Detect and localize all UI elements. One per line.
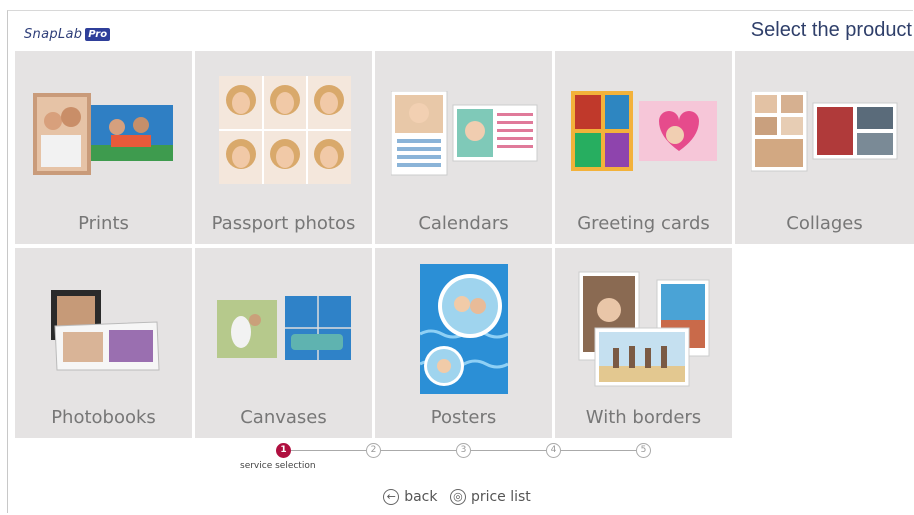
page-title: Select the product [750,19,912,41]
price-list-icon: ◎ [449,489,466,505]
step-5[interactable]: 5 [636,443,651,458]
passport-thumbnail [219,76,351,184]
product-label: Greeting cards [577,213,710,234]
product-label: Photobooks [51,407,156,428]
product-label: Canvases [240,407,327,428]
price-list-button[interactable]: ◎ price list [449,489,531,505]
step-2[interactable]: 2 [366,443,381,458]
product-tile-canvases[interactable]: Canvases [195,248,372,438]
arrow-left-icon: ← [383,489,400,505]
product-label: Passport photos [211,213,356,234]
step-connector [291,450,366,451]
price-list-label: price list [470,489,531,505]
product-tile-calendars[interactable]: Calendars [375,51,552,244]
logo-badge: Pro [85,27,111,41]
product-tile-with-borders[interactable]: With borders [555,248,732,438]
calendars-thumbnail [391,91,538,176]
logo: SnapLab Pro [24,26,111,42]
collages-thumbnail [751,91,898,172]
product-tile-greeting-cards[interactable]: Greeting cards [555,51,732,244]
step-3[interactable]: 3 [456,443,471,458]
product-label: Posters [430,407,497,428]
back-label: back [404,489,438,505]
posters-thumbnail [420,264,508,394]
product-tile-photobooks[interactable]: Photobooks [15,248,192,438]
step-connector [561,450,636,451]
photobooks-thumbnail [51,290,160,371]
progress-stepper: 1 2 3 4 5 service selection [0,440,914,480]
product-tile-posters[interactable]: Posters [375,248,552,438]
product-tile-collages[interactable]: Collages [735,51,914,244]
footer-nav: ← back ◎ price list [0,488,914,505]
step-1[interactable]: 1 [276,443,291,458]
back-button[interactable]: ← back [383,489,437,505]
product-label: Collages [786,213,863,234]
canvases-thumbnail [217,296,351,360]
logo-text: SnapLab [24,26,83,42]
greeting-cards-thumbnail [571,91,717,171]
product-label: With borders [585,407,702,428]
prints-thumbnail [33,93,173,175]
step-connector [471,450,546,451]
product-tile-prints[interactable]: Prints [15,51,192,244]
step-caption: service selection [240,461,316,471]
step-connector [381,450,456,451]
with-borders-thumbnail [578,271,710,387]
product-label: Prints [78,213,129,234]
product-label: Calendars [418,213,509,234]
step-4[interactable]: 4 [546,443,561,458]
product-tile-passport[interactable]: Passport photos [195,51,372,244]
